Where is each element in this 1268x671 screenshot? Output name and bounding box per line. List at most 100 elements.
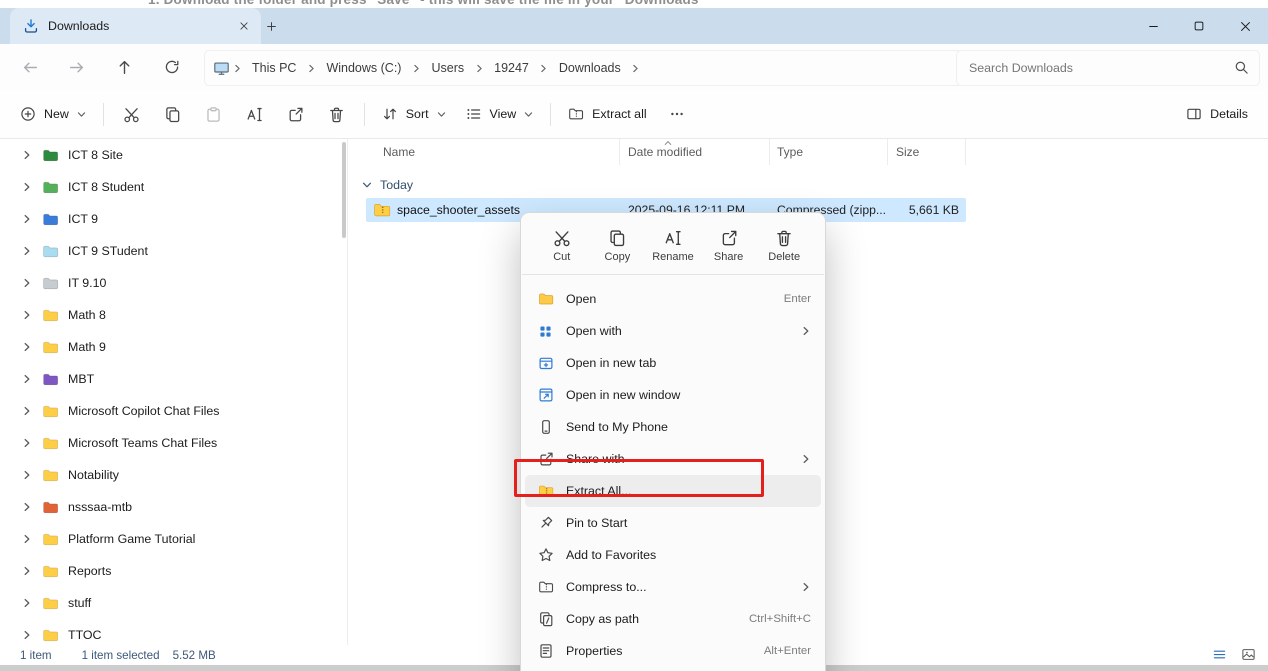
breadcrumb-users[interactable]: Users [423,56,472,80]
sidebar-item-mbt[interactable]: MBT [0,363,347,395]
expand-chevron-icon[interactable] [21,470,33,480]
thumbnail-view-toggle[interactable] [1237,646,1259,663]
expand-chevron-icon[interactable] [21,278,33,288]
sidebar-item-microsoft-teams-chat-files[interactable]: Microsoft Teams Chat Files [0,427,347,459]
breadcrumb-separator-icon[interactable] [472,57,486,79]
paste-button[interactable] [193,97,234,131]
sidebar-item-label: Math 9 [68,340,106,354]
extract-all-button[interactable]: Extract all [558,97,656,131]
expand-chevron-icon[interactable] [21,150,33,160]
up-button[interactable] [108,51,140,83]
sidebar-item-label: Reports [68,564,111,578]
new-button[interactable]: New [10,97,96,131]
context-menu-item-open-in-new-tab[interactable]: Open in new tab [525,347,821,379]
context-menu-item-add-to-favorites[interactable]: Add to Favorites [525,539,821,571]
breadcrumb-separator-icon[interactable] [409,57,423,79]
context-menu-item-open[interactable]: Open Enter [525,283,821,315]
rename-button[interactable] [234,97,275,131]
context-copy-button[interactable]: Copy [590,223,646,267]
details-button[interactable]: Details [1176,97,1258,131]
sidebar-item-ict-8-student[interactable]: ICT 8 Student [0,171,347,203]
expand-chevron-icon[interactable] [21,246,33,256]
sidebar-scrollbar[interactable] [342,142,346,238]
expand-chevron-icon[interactable] [21,630,33,640]
context-cut-button[interactable]: Cut [534,223,590,267]
sidebar-item-it-9-10[interactable]: IT 9.10 [0,267,347,299]
sort-button[interactable]: Sort [372,97,456,131]
expand-chevron-icon[interactable] [21,310,33,320]
sidebar-item-stuff[interactable]: stuff [0,587,347,619]
trash-icon [328,106,345,123]
delete-button[interactable] [316,97,357,131]
breadcrumb-separator-icon[interactable] [629,57,643,79]
column-header-name[interactable]: Name [349,139,620,165]
breadcrumb-separator-icon[interactable] [537,57,551,79]
back-button[interactable] [14,51,46,83]
folder-icon [42,307,59,324]
breadcrumb-this-pc[interactable]: This PC [244,56,304,80]
column-header-type[interactable]: Type [770,139,888,165]
minimize-button[interactable] [1130,8,1176,44]
address-bar[interactable]: This PC Windows (C:) Users 19247 Downloa… [204,50,964,86]
sidebar-item-ict-9[interactable]: ICT 9 [0,203,347,235]
expand-chevron-icon[interactable] [21,182,33,192]
sidebar-item-microsoft-copilot-chat-files[interactable]: Microsoft Copilot Chat Files [0,395,347,427]
sidebar-item-label: Math 8 [68,308,106,322]
sidebar-item-reports[interactable]: Reports [0,555,347,587]
details-pane-icon [1186,106,1202,122]
context-share-button[interactable]: Share [701,223,757,267]
column-header-date-modified[interactable]: Date modified [620,139,770,165]
breadcrumb-downloads[interactable]: Downloads [551,56,629,80]
context-menu-item-pin-to-start[interactable]: Pin to Start [525,507,821,539]
share-button[interactable] [275,97,316,131]
breadcrumb-separator-icon[interactable] [304,57,318,79]
forward-button[interactable] [60,51,92,83]
new-tab-button[interactable] [260,15,282,37]
context-menu-item-compress-to[interactable]: Compress to... [525,571,821,603]
context-menu-item-copy-as-path[interactable]: Copy as path Ctrl+Shift+C [525,603,821,635]
group-header-today[interactable]: Today [349,174,1268,196]
context-menu: Cut Copy Rename Share Delete Open Enter … [520,212,826,671]
breadcrumb-19247[interactable]: 19247 [486,56,537,80]
breadcrumb-separator-icon[interactable] [230,57,244,79]
explorer-tab-downloads[interactable]: Downloads [10,8,261,44]
expand-chevron-icon[interactable] [21,534,33,544]
sidebar-item-ttoc[interactable]: TTOC [0,619,347,645]
expand-chevron-icon[interactable] [21,438,33,448]
sidebar-item-ict-8-site[interactable]: ICT 8 Site [0,139,347,171]
context-delete-button[interactable]: Delete [756,223,812,267]
background-document-strip: 1. Download the folder and press "Save" … [0,0,1268,8]
sidebar-item-math-9[interactable]: Math 9 [0,331,347,363]
sidebar-item-nsssaa-mtb[interactable]: nsssaa-mtb [0,491,347,523]
sidebar-item-platform-game-tutorial[interactable]: Platform Game Tutorial [0,523,347,555]
search-input[interactable] [957,51,1268,85]
copy-button[interactable] [152,97,193,131]
expand-chevron-icon[interactable] [21,502,33,512]
breadcrumb-windows-c[interactable]: Windows (C:) [318,56,409,80]
details-view-toggle[interactable] [1208,646,1230,663]
context-menu-item-open-in-new-window[interactable]: Open in new window [525,379,821,411]
close-button[interactable] [1222,8,1268,44]
menu-shortcut: Ctrl+Shift+C [749,613,811,625]
column-header-size[interactable]: Size [888,139,966,165]
expand-chevron-icon[interactable] [21,374,33,384]
maximize-button[interactable] [1176,8,1222,44]
view-button[interactable]: View [456,97,544,131]
expand-chevron-icon[interactable] [21,342,33,352]
cut-button[interactable] [111,97,152,131]
context-menu-item-send-to-my-phone[interactable]: Send to My Phone [525,411,821,443]
sidebar-item-ict-9-student[interactable]: ICT 9 STudent [0,235,347,267]
tab-close-button[interactable] [233,15,255,37]
expand-chevron-icon[interactable] [21,598,33,608]
context-menu-item-open-with[interactable]: Open with [525,315,821,347]
sidebar-item-math-8[interactable]: Math 8 [0,299,347,331]
sidebar-item-notability[interactable]: Notability [0,459,347,491]
expand-chevron-icon[interactable] [21,566,33,576]
expand-chevron-icon[interactable] [21,214,33,224]
refresh-button[interactable] [156,51,188,83]
sidebar-item-label: ICT 8 Site [68,148,123,162]
context-menu-item-properties[interactable]: Properties Alt+Enter [525,635,821,667]
context-rename-button[interactable]: Rename [645,223,701,267]
more-options-button[interactable] [657,97,698,131]
expand-chevron-icon[interactable] [21,406,33,416]
